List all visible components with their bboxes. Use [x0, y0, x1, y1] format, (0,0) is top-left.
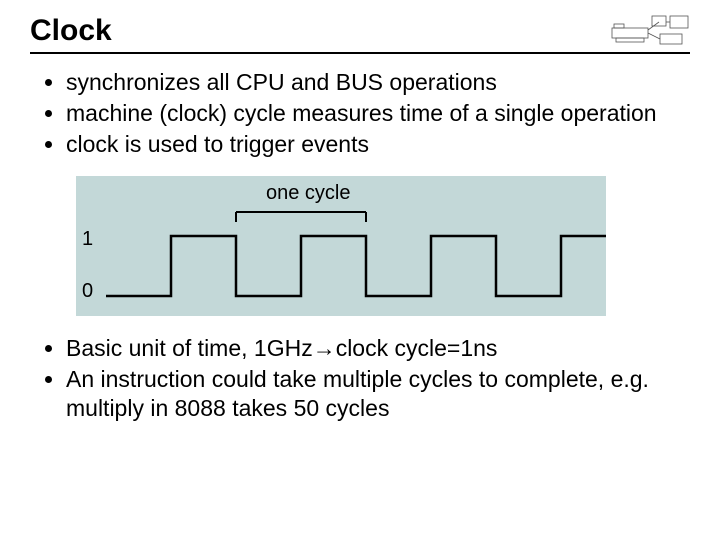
- header: Clock: [30, 14, 690, 54]
- list-item: Basic unit of time, 1GHz→clock cycle=1ns: [66, 334, 690, 363]
- page-title: Clock: [30, 14, 112, 48]
- bullet-list-bottom: Basic unit of time, 1GHz→clock cycle=1ns…: [40, 334, 690, 422]
- one-cycle-label: one cycle: [266, 182, 351, 205]
- bullet-list-top: synchronizes all CPU and BUS operations …: [40, 68, 690, 158]
- level-low-label: 0: [82, 280, 93, 303]
- computer-diagram-icon: [610, 14, 690, 48]
- slide: Clock synchronizes all CPU and BUS opera…: [0, 0, 720, 445]
- level-high-label: 1: [82, 228, 93, 251]
- clock-waveform-diagram: one cycle 1 0: [76, 176, 606, 316]
- list-item: synchronizes all CPU and BUS operations: [66, 68, 690, 97]
- list-item: An instruction could take multiple cycle…: [66, 365, 690, 423]
- list-item: clock is used to trigger events: [66, 130, 690, 159]
- list-item: machine (clock) cycle measures time of a…: [66, 99, 690, 128]
